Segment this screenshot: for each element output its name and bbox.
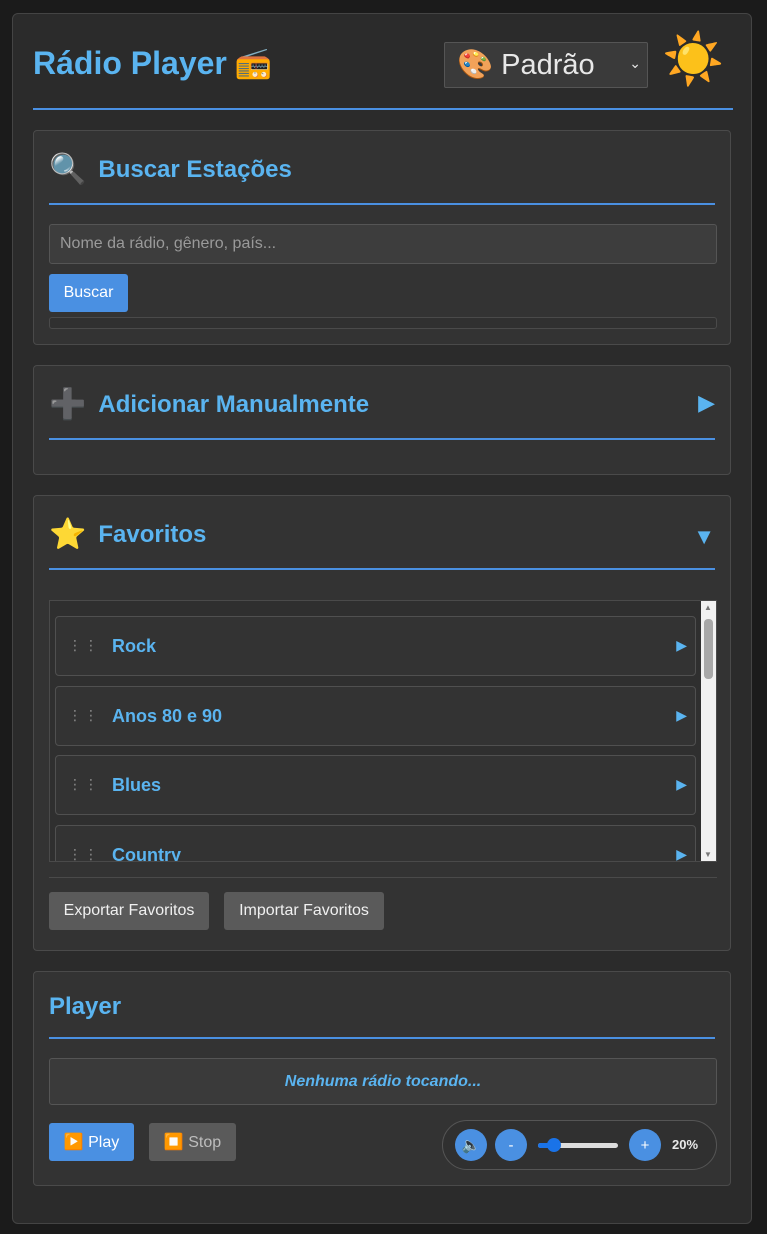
play-arrow-icon[interactable]: ▶ <box>676 707 687 724</box>
search-card: 🔍 Buscar Estações Buscar <box>33 130 731 345</box>
favorite-item[interactable]: ⋮⋮ Country ▶ <box>55 825 696 862</box>
app-title: Rádio Player 📻 <box>33 45 272 82</box>
favorite-item-label: Anos 80 e 90 <box>112 706 223 726</box>
export-favorites-button[interactable]: Exportar Favoritos <box>49 892 209 930</box>
manual-add-card: ➕ Adicionar Manualmente ▶ <box>33 365 731 475</box>
app-title-text: Rádio Player <box>33 45 227 81</box>
manual-add-title-text: Adicionar Manualmente <box>98 390 370 418</box>
favorites-card: ⭐ Favoritos ▼ ⋮⋮ Rock ▶ ⋮⋮ Anos 80 e 90 … <box>33 495 731 951</box>
search-card-header: 🔍 Buscar Estações <box>49 131 715 205</box>
favorites-list: ⋮⋮ Rock ▶ ⋮⋮ Anos 80 e 90 ▶ ⋮⋮ Blues ▶ ⋮… <box>49 600 717 862</box>
star-icon: ⭐ <box>49 518 87 551</box>
search-results <box>49 317 717 329</box>
favorites-header[interactable]: ⭐ Favoritos ▼ <box>49 496 715 570</box>
volume-control: 🔈 - + 20% <box>442 1120 717 1170</box>
search-title-text: Buscar Estações <box>98 155 292 183</box>
search-icon: 🔍 <box>49 153 87 186</box>
scroll-up-icon[interactable]: ▲ <box>704 603 712 612</box>
import-favorites-button[interactable]: Importar Favoritos <box>224 892 384 930</box>
favorite-item-label: Blues <box>112 775 162 795</box>
favorite-item-label: Country <box>112 845 181 862</box>
favorite-item[interactable]: ⋮⋮ Blues ▶ <box>55 755 696 815</box>
stop-button[interactable]: ⏹️ Stop <box>149 1123 236 1161</box>
volume-percent: 20% <box>672 1137 699 1152</box>
favorites-title-text: Favoritos <box>98 520 207 548</box>
favorite-item[interactable]: ⋮⋮ Rock ▶ <box>55 616 696 676</box>
player-header: Player <box>49 972 715 1039</box>
now-playing-display: Nenhuma rádio tocando... <box>49 1058 717 1105</box>
favorites-scrollbar[interactable]: ▲ ▼ <box>701 601 716 861</box>
player-card: Player Nenhuma rádio tocando... ▶️ Play … <box>33 971 731 1186</box>
drag-handle-icon[interactable]: ⋮⋮ <box>68 637 100 654</box>
drag-handle-icon[interactable]: ⋮⋮ <box>68 707 100 724</box>
search-input[interactable] <box>49 224 717 264</box>
favorite-item[interactable]: ⋮⋮ Anos 80 e 90 ▶ <box>55 686 696 746</box>
expand-arrow-icon[interactable]: ▶ <box>698 390 715 416</box>
manual-add-header[interactable]: ➕ Adicionar Manualmente ▶ <box>49 366 715 440</box>
plus-icon: ➕ <box>49 388 87 421</box>
drag-handle-icon[interactable]: ⋮⋮ <box>68 846 100 861</box>
radio-icon: 📻 <box>234 47 273 80</box>
player-title: Player <box>49 993 122 1020</box>
chevron-down-icon: ⌄ <box>629 55 641 71</box>
speaker-icon[interactable]: 🔈 <box>455 1129 487 1161</box>
theme-select-value: 🎨 Padrão <box>457 49 595 81</box>
header: Rádio Player 📻 🎨 Padrão ⌄ ☀️ <box>33 14 733 110</box>
scrollbar-thumb[interactable] <box>704 619 713 679</box>
search-button[interactable]: Buscar <box>49 274 128 312</box>
volume-up-button[interactable]: + <box>629 1129 661 1161</box>
collapse-arrow-icon[interactable]: ▼ <box>693 524 715 550</box>
app-container: Rádio Player 📻 🎨 Padrão ⌄ ☀️ 🔍 Buscar Es… <box>12 13 752 1224</box>
play-button[interactable]: ▶️ Play <box>49 1123 134 1161</box>
play-arrow-icon[interactable]: ▶ <box>676 637 687 654</box>
favorite-item-label: Rock <box>112 636 157 656</box>
play-arrow-icon[interactable]: ▶ <box>676 846 687 861</box>
drag-handle-icon[interactable]: ⋮⋮ <box>68 776 100 793</box>
play-arrow-icon[interactable]: ▶ <box>676 776 687 793</box>
manual-add-title: ➕ Adicionar Manualmente <box>49 387 369 422</box>
scroll-down-icon[interactable]: ▼ <box>704 850 712 859</box>
sun-icon[interactable]: ☀️ <box>662 34 724 84</box>
theme-select[interactable]: 🎨 Padrão ⌄ <box>444 42 648 88</box>
volume-down-button[interactable]: - <box>495 1129 527 1161</box>
volume-slider[interactable] <box>538 1138 618 1152</box>
search-title: 🔍 Buscar Estações <box>49 152 292 187</box>
favorites-title: ⭐ Favoritos <box>49 517 206 552</box>
volume-slider-thumb[interactable] <box>547 1138 561 1152</box>
favorites-divider <box>49 877 717 878</box>
